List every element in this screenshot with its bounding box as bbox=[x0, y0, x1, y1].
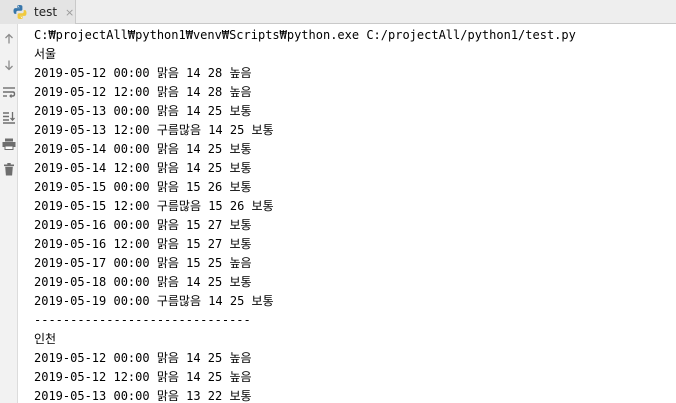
trash-icon[interactable] bbox=[0, 159, 18, 179]
console-command-line: C:₩projectAll₩python1₩venv₩Scripts₩pytho… bbox=[34, 28, 576, 42]
console-output-line: 2019-05-15 12:00 구름많음 15 26 보통 bbox=[34, 199, 274, 213]
close-icon[interactable]: × bbox=[65, 7, 74, 18]
scroll-to-end-icon[interactable] bbox=[0, 107, 18, 127]
console-output-line: 2019-05-12 12:00 맑음 14 28 높음 bbox=[34, 85, 252, 99]
console-toolbar bbox=[0, 24, 18, 403]
run-tab-test[interactable]: test × bbox=[0, 0, 76, 24]
console-output-line: 인천 bbox=[34, 332, 57, 346]
console-output-line: 서울 bbox=[34, 47, 57, 61]
console-output-line: 2019-05-12 00:00 맑음 14 25 높음 bbox=[34, 351, 252, 365]
console-output-line: 2019-05-15 00:00 맑음 15 26 보통 bbox=[34, 180, 252, 194]
console-output-line: 2019-05-14 00:00 맑음 14 25 보통 bbox=[34, 142, 252, 156]
console-output-line: 2019-05-19 00:00 구름많음 14 25 보통 bbox=[34, 294, 274, 308]
console-output-line: 2019-05-13 12:00 구름많음 14 25 보통 bbox=[34, 123, 274, 137]
run-console-window: test × C:₩projectAll₩python1₩venv₩Script… bbox=[0, 0, 676, 403]
up-arrow-icon[interactable] bbox=[0, 29, 18, 49]
console-output-line: 2019-05-12 12:00 맑음 14 25 높음 bbox=[34, 370, 252, 384]
run-tab-bar: test × bbox=[0, 0, 676, 24]
console-output-line: 2019-05-14 12:00 맑음 14 25 보통 bbox=[34, 161, 252, 175]
console-output-line: 2019-05-12 00:00 맑음 14 28 높음 bbox=[34, 66, 252, 80]
console-output-line: ------------------------------ bbox=[34, 313, 251, 327]
console-output-line: 2019-05-16 00:00 맑음 15 27 보통 bbox=[34, 218, 252, 232]
console-output-line: 2019-05-13 00:00 맑음 13 22 보통 bbox=[34, 389, 252, 403]
console-output-line: 2019-05-18 00:00 맑음 14 25 보통 bbox=[34, 275, 252, 289]
console-output[interactable]: C:₩projectAll₩python1₩venv₩Scripts₩pytho… bbox=[34, 26, 676, 403]
console-output-line: 2019-05-13 00:00 맑음 14 25 보통 bbox=[34, 104, 252, 118]
down-arrow-icon[interactable] bbox=[0, 55, 18, 75]
python-icon bbox=[12, 4, 28, 20]
print-icon[interactable] bbox=[0, 134, 18, 154]
console-output-line: 2019-05-16 12:00 맑음 15 27 보통 bbox=[34, 237, 252, 251]
console-output-line: 2019-05-17 00:00 맑음 15 25 높음 bbox=[34, 256, 252, 270]
soft-wrap-icon[interactable] bbox=[0, 82, 18, 102]
run-tab-label: test bbox=[34, 5, 58, 19]
